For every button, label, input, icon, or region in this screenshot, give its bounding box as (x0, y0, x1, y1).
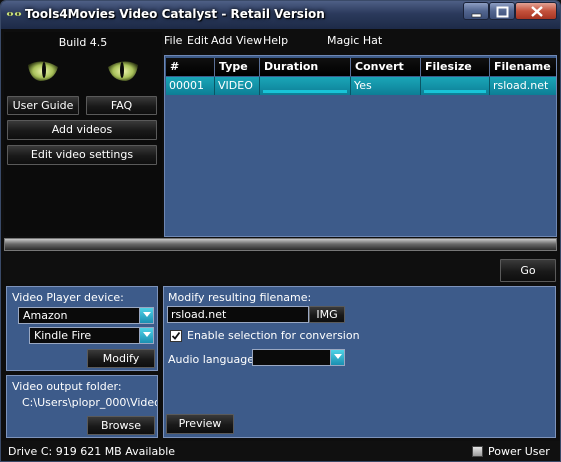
power-user-label: Power User (488, 445, 550, 458)
audio-language-label: Audio language: (168, 353, 258, 366)
filename-input[interactable]: rsload.net (167, 306, 309, 323)
maximize-button[interactable] (489, 2, 515, 20)
output-folder-label: Video output folder: (12, 380, 122, 393)
checkmark-icon (171, 331, 181, 340)
modify-button[interactable]: Modify (87, 349, 155, 368)
output-folder-path: C:\Users\plopr_000\Videos\ (22, 396, 157, 409)
cell-filesize (421, 77, 490, 95)
drive-space-text: Drive C: 919 621 MB Available (8, 445, 176, 458)
enable-conversion-label: Enable selection for conversion (187, 329, 360, 342)
menu-edit[interactable]: Edit (187, 34, 208, 47)
model-select-value: Kindle Fire (34, 329, 92, 342)
menu-add[interactable]: Add (211, 34, 232, 47)
column-header-type[interactable]: Type (215, 58, 260, 76)
column-header-duration[interactable]: Duration (260, 58, 351, 76)
close-button[interactable] (515, 2, 557, 20)
img-button[interactable]: IMG (309, 306, 345, 323)
table-row[interactable]: 00001 VIDEO Yes rsload.net (166, 77, 556, 95)
close-icon (531, 6, 543, 17)
go-button[interactable]: Go (500, 259, 556, 282)
dropdown-arrow[interactable] (139, 328, 153, 343)
column-header-filename[interactable]: Filename (490, 58, 556, 76)
cell-duration (260, 77, 351, 95)
minimize-button[interactable] (463, 2, 489, 20)
go-strip: Go (4, 253, 557, 283)
cat-eyes-logo (28, 61, 138, 81)
edit-video-settings-button[interactable]: Edit video settings (7, 145, 157, 165)
build-version: Build 4.5 (58, 36, 108, 49)
status-bar: Drive C: 919 621 MB Available Power User (1, 441, 560, 461)
left-panel: Build 4.5 User Guide FAQ Add videos Edit… (4, 32, 162, 236)
modify-filename-label: Modify resulting filename: (168, 291, 312, 304)
device-select[interactable]: Amazon (18, 307, 154, 324)
output-folder-panel: Video output folder: C:\Users\plopr_000\… (6, 375, 158, 438)
menu-help[interactable]: Help (263, 34, 288, 47)
filesize-bar (424, 90, 486, 93)
maximize-icon (496, 6, 509, 18)
audio-language-select[interactable] (252, 349, 345, 366)
power-user-checkbox[interactable] (472, 446, 483, 457)
browse-button[interactable]: Browse (87, 416, 155, 435)
filename-panel: Modify resulting filename: rsload.net IM… (163, 286, 556, 438)
dropdown-arrow[interactable] (330, 350, 344, 365)
chevron-down-icon (143, 312, 151, 317)
user-guide-button[interactable]: User Guide (7, 96, 79, 115)
duration-bar (263, 90, 347, 93)
chevron-down-icon (334, 354, 342, 359)
cat-eyes-icon (6, 12, 22, 16)
video-player-label: Video Player device: (12, 291, 124, 304)
chevron-down-icon (143, 332, 151, 337)
menu-magic-hat[interactable]: Magic Hat (327, 34, 382, 47)
app-window: Tools4Movies Video Catalyst - Retail Ver… (0, 0, 561, 462)
device-select-value: Amazon (23, 309, 68, 322)
preview-button[interactable]: Preview (166, 414, 234, 434)
dropdown-arrow[interactable] (139, 308, 153, 323)
column-header-filesize[interactable]: Filesize (421, 58, 490, 76)
column-header-number[interactable]: # (166, 58, 215, 76)
title-bar[interactable]: Tools4Movies Video Catalyst - Retail Ver… (1, 1, 560, 29)
minimize-icon (471, 13, 482, 18)
video-table[interactable]: # Type Duration Convert Filesize Filenam… (164, 55, 557, 237)
window-title: Tools4Movies Video Catalyst - Retail Ver… (25, 7, 325, 21)
menu-view[interactable]: View (236, 34, 262, 47)
cell-type: VIDEO (215, 77, 260, 95)
column-header-convert[interactable]: Convert (351, 58, 421, 76)
cell-convert: Yes (351, 77, 421, 95)
menu-file[interactable]: File (164, 34, 182, 47)
faq-button[interactable]: FAQ (86, 96, 157, 115)
cell-filename: rsload.net (493, 79, 549, 92)
add-videos-button[interactable]: Add videos (7, 120, 157, 140)
cell-number: 00001 (166, 77, 215, 95)
video-player-panel: Video Player device: Amazon Kindle Fire … (6, 286, 158, 371)
enable-conversion-checkbox[interactable] (170, 330, 182, 342)
progress-bar (4, 238, 557, 251)
model-select[interactable]: Kindle Fire (29, 327, 154, 344)
